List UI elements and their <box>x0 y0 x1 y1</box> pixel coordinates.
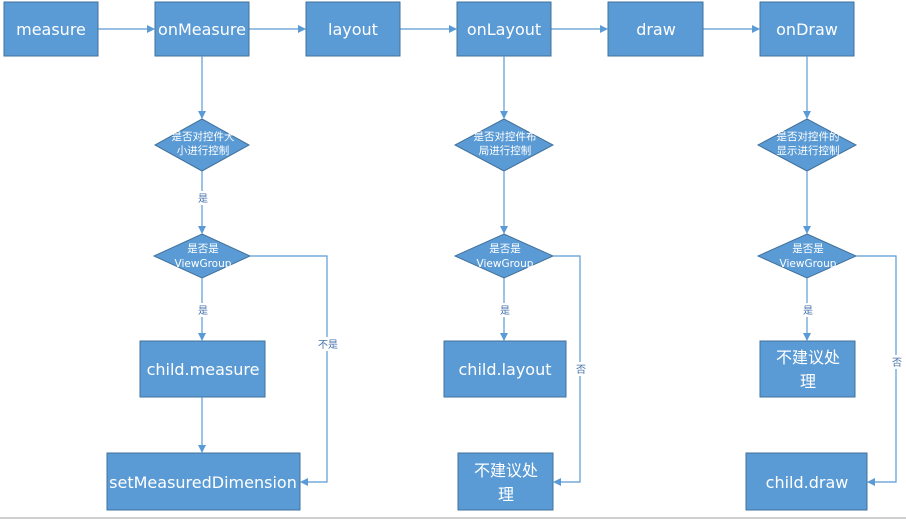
draw-not-recommended-line2: 理 <box>800 372 816 391</box>
node-draw-not-recommended: 不建议处 理 <box>759 340 856 398</box>
node-ondraw: onDraw <box>759 1 855 57</box>
measure-edge-no: 不是 <box>318 339 338 351</box>
layout-decision2-line1: 是否是 <box>489 243 521 255</box>
node-child-draw: child.draw <box>745 452 868 511</box>
measure-decision2-line2: ViewGroup <box>175 258 232 270</box>
node-child-measure-label: child.measure <box>147 360 260 379</box>
draw-decision-display-control: 是否对控件的 显示进行控制 <box>756 118 858 172</box>
measure-decision1-line1: 是否对控件大 <box>172 130 235 143</box>
layout-not-recommended-line2: 理 <box>498 485 514 504</box>
measure-edge-yes1: 是 <box>198 193 208 205</box>
node-setmeasureddimension-label: setMeasuredDimension <box>109 473 297 492</box>
draw-decision1-line1: 是否对控件的 <box>777 130 840 143</box>
node-layout-label: layout <box>328 20 378 39</box>
node-child-layout: child.layout <box>443 340 567 398</box>
layout-edge-no: 否 <box>576 364 586 376</box>
draw-decision-viewgroup: 是否是 ViewGroup <box>756 233 858 279</box>
layout-decision1-line2: 局进行控制 <box>479 144 532 157</box>
node-measure: measure <box>3 1 99 57</box>
node-onmeasure: onMeasure <box>154 1 250 57</box>
draw-decision2-line1: 是否是 <box>792 243 824 255</box>
node-draw: draw <box>607 1 704 57</box>
layout-decision-viewgroup: 是否是 ViewGroup <box>453 233 555 279</box>
measure-edge-yes2: 是 <box>198 305 208 317</box>
node-measure-label: measure <box>16 20 86 39</box>
node-setmeasureddimension: setMeasuredDimension <box>106 452 301 511</box>
node-layout: layout <box>305 1 401 57</box>
node-ondraw-label: onDraw <box>776 20 838 39</box>
draw-decision1-line2: 显示进行控制 <box>777 144 840 157</box>
node-onlayout: onLayout <box>456 1 552 57</box>
node-child-measure: child.measure <box>139 340 266 398</box>
node-draw-label: draw <box>636 20 676 39</box>
node-onlayout-label: onLayout <box>467 20 541 39</box>
draw-edge-no: 否 <box>892 357 902 369</box>
measure-decision-viewgroup: 是否是 ViewGroup <box>152 233 252 279</box>
node-onmeasure-label: onMeasure <box>158 20 246 39</box>
flowchart: measure onMeasure layout onLayout draw o… <box>0 1 906 519</box>
layout-decision2-line2: ViewGroup <box>477 258 534 270</box>
layout-edge-yes: 是 <box>500 305 510 317</box>
layout-decision1-line1: 是否对控件布 <box>474 130 537 143</box>
node-layout-not-recommended: 不建议处 理 <box>457 452 554 511</box>
draw-decision2-line2: ViewGroup <box>780 258 837 270</box>
node-child-layout-label: child.layout <box>459 360 552 379</box>
draw-not-recommended-line1: 不建议处 <box>776 348 840 367</box>
measure-decision1-line2: 小进行控制 <box>177 144 230 157</box>
measure-decision2-line1: 是否是 <box>187 243 219 255</box>
layout-decision-layout-control: 是否对控件布 局进行控制 <box>453 118 555 172</box>
measure-decision-size-control: 是否对控件大 小进行控制 <box>153 118 251 172</box>
layout-not-recommended-line1: 不建议处 <box>474 461 538 480</box>
draw-edge-yes: 是 <box>803 305 813 317</box>
node-child-draw-label: child.draw <box>766 473 849 492</box>
